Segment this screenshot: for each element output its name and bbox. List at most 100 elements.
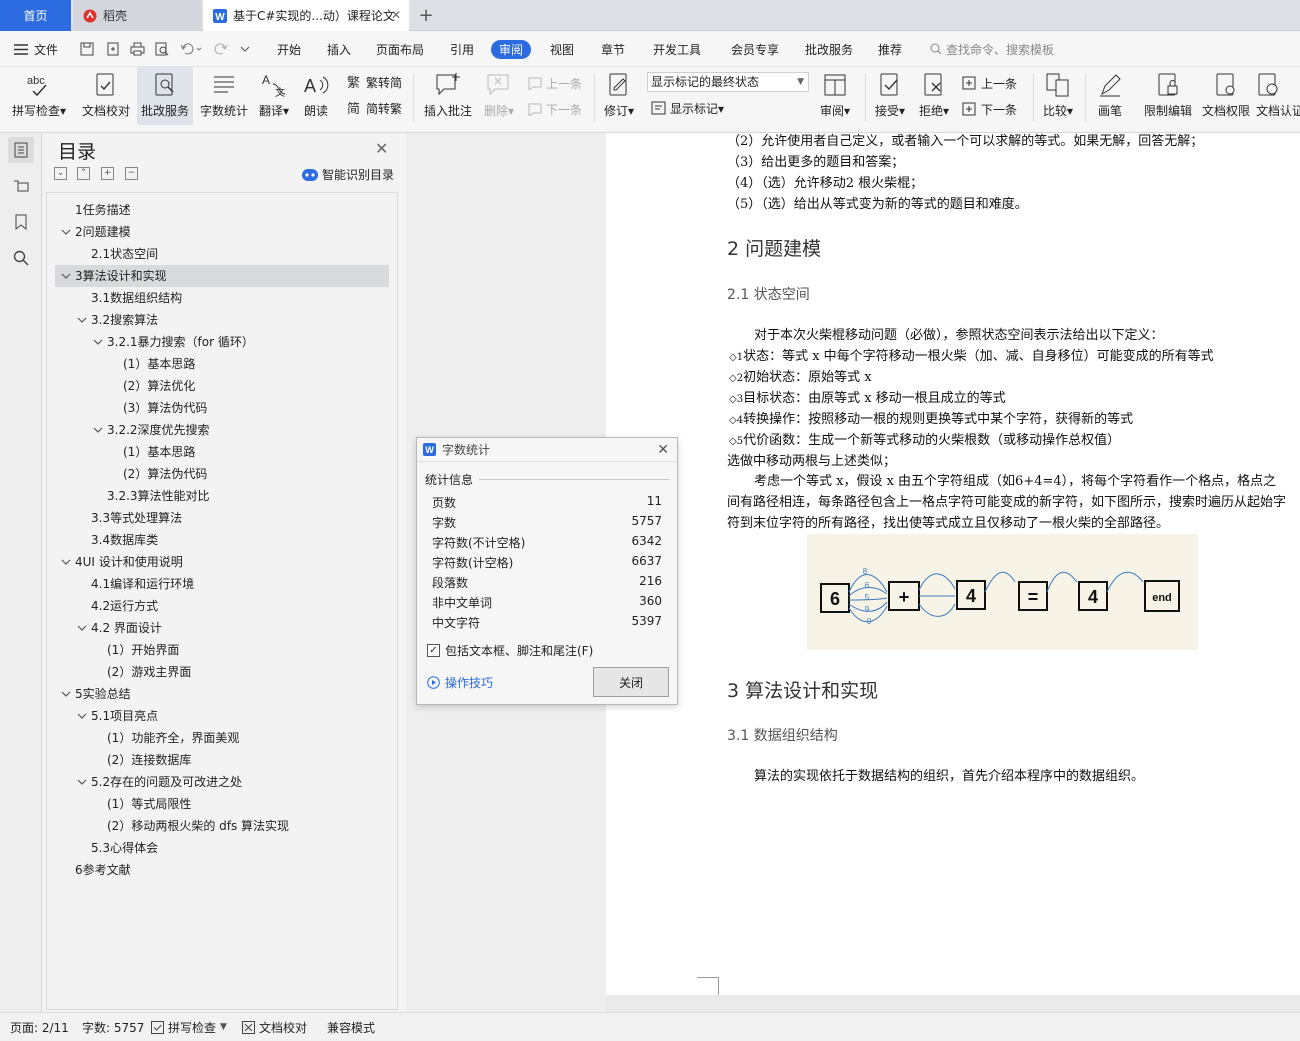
chevron-down-icon[interactable] xyxy=(61,265,71,287)
chevron-down-icon[interactable] xyxy=(77,771,87,793)
doc-check-button[interactable]: 文档校对 xyxy=(78,67,134,125)
prev-comment-button[interactable]: 上一条 xyxy=(527,73,582,93)
pen-button[interactable]: 画笔 xyxy=(1092,67,1128,125)
page-indicator[interactable]: 页面: 2/11 xyxy=(10,1013,69,1041)
translate-button[interactable]: A文 翻译▾ xyxy=(254,67,294,125)
toc-item[interactable]: 3.3等式处理算法 xyxy=(47,507,397,529)
tips-link[interactable]: 操作技巧 xyxy=(427,674,493,691)
toc-item[interactable]: 3.4数据库类 xyxy=(47,529,397,551)
new-tab-button[interactable]: + xyxy=(414,0,438,31)
redo-icon[interactable] xyxy=(214,31,228,67)
menu-chapter[interactable]: 章节 xyxy=(601,31,625,67)
toc-item[interactable]: 5实验总结 xyxy=(47,683,397,705)
undo-icon[interactable] xyxy=(180,31,202,67)
tab-home[interactable]: 首页 xyxy=(0,0,71,31)
save-icon[interactable] xyxy=(80,31,94,67)
menu-developer-tools[interactable]: 开发工具 xyxy=(653,31,701,67)
toc-item[interactable]: (1）基本思路 xyxy=(47,441,397,463)
to-simplified-button[interactable]: 简 简转繁 xyxy=(347,98,402,118)
toc-item[interactable]: (2）算法优化 xyxy=(47,375,397,397)
review-service-button[interactable]: 批改服务 xyxy=(137,67,193,125)
toc-item[interactable]: 5.1项目亮点 xyxy=(47,705,397,727)
dialog-title-bar[interactable]: W 字数统计 xyxy=(417,438,677,462)
review-pane-button[interactable]: 审阅▾ xyxy=(815,67,855,125)
close-button[interactable]: 关闭 xyxy=(593,667,669,697)
accept-button[interactable]: 接受▾ xyxy=(870,67,910,125)
menu-start[interactable]: 开始 xyxy=(277,31,301,67)
next-comment-button[interactable]: 下一条 xyxy=(527,99,582,119)
tab-daoke[interactable]: 稻壳 xyxy=(73,0,201,31)
prev-change-button[interactable]: 上一条 xyxy=(962,73,1017,93)
chevron-down-icon[interactable] xyxy=(61,683,71,705)
toc-item[interactable]: 4.2运行方式 xyxy=(47,595,397,617)
toc-panel-icon[interactable] xyxy=(8,137,34,163)
chevron-down-icon[interactable] xyxy=(93,419,103,441)
toc-item[interactable]: 2.1状态空间 xyxy=(47,243,397,265)
toc-item[interactable]: 5.2存在的问题及可改进之处 xyxy=(47,771,397,793)
toc-item[interactable]: 3.2.2深度优先搜索 xyxy=(47,419,397,441)
command-search[interactable]: 查找命令、搜索模板 xyxy=(930,31,1054,67)
doc-check-status[interactable]: 文档校对 xyxy=(242,1013,307,1041)
track-changes-button[interactable]: 修订▾ xyxy=(600,67,638,125)
toc-item[interactable]: 3.2.3算法性能对比 xyxy=(47,485,397,507)
word-count-button[interactable]: 字数统计 xyxy=(196,67,252,125)
delete-comment-button[interactable]: 删除▾ xyxy=(479,67,519,125)
add-heading-icon[interactable]: + xyxy=(101,167,114,180)
search-icon[interactable] xyxy=(8,245,34,271)
reject-button[interactable]: 拒绝▾ xyxy=(914,67,954,125)
export-pdf-icon[interactable] xyxy=(106,31,120,67)
toc-item[interactable]: 4UI 设计和使用说明 xyxy=(47,551,397,573)
expand-up-icon[interactable]: ⌃ xyxy=(77,167,90,180)
menu-member[interactable]: 会员专享 xyxy=(731,31,779,67)
toc-item[interactable]: 4.2 界面设计 xyxy=(47,617,397,639)
spell-check-button[interactable]: abc 拼写检查▾ xyxy=(8,67,70,125)
toc-item[interactable]: (2）算法伪代码 xyxy=(47,463,397,485)
toc-item[interactable]: (2）连接数据库 xyxy=(47,749,397,771)
toc-item[interactable]: (1）等式局限性 xyxy=(47,793,397,815)
chevron-down-icon[interactable] xyxy=(61,221,71,243)
remove-heading-icon[interactable]: − xyxy=(125,167,138,180)
chevron-down-icon[interactable] xyxy=(77,309,87,331)
menu-references[interactable]: 引用 xyxy=(450,31,474,67)
toc-item[interactable]: (1）基本思路 xyxy=(47,353,397,375)
doc-permission-button[interactable]: 文档权限 xyxy=(1198,67,1254,125)
to-traditional-button[interactable]: 繁 繁转简 xyxy=(347,72,402,92)
doc-cert-button[interactable]: 文档认证 xyxy=(1256,67,1300,125)
menu-view[interactable]: 视图 xyxy=(550,31,574,67)
close-icon[interactable]: ✕ xyxy=(657,442,669,458)
toc-item[interactable]: 6参考文献 xyxy=(47,859,397,881)
quick-access-more-icon[interactable] xyxy=(240,31,250,67)
chevron-down-icon[interactable] xyxy=(77,617,87,639)
print-icon[interactable] xyxy=(130,31,145,67)
close-icon[interactable]: ✕ xyxy=(375,139,388,158)
toc-item[interactable]: (2）移动两根火柴的 dfs 算法实现 xyxy=(47,815,397,837)
toc-item[interactable]: (1）功能齐全，界面美观 xyxy=(47,727,397,749)
menu-insert[interactable]: 插入 xyxy=(327,31,351,67)
collapse-all-icon[interactable]: ⌄ xyxy=(54,167,67,180)
toc-item[interactable]: 3.1数据组织结构 xyxy=(47,287,397,309)
toc-item[interactable]: (2）游戏主界面 xyxy=(47,661,397,683)
menu-page-layout[interactable]: 页面布局 xyxy=(376,31,424,67)
toc-item[interactable]: 1任务描述 xyxy=(47,199,397,221)
toc-item[interactable]: 2问题建模 xyxy=(47,221,397,243)
toc-item[interactable]: 3.2.1暴力搜索（for 循环） xyxy=(47,331,397,353)
next-change-button[interactable]: 下一条 xyxy=(962,99,1017,119)
bookmark-icon[interactable] xyxy=(8,209,34,235)
chevron-down-icon[interactable] xyxy=(93,331,103,353)
file-menu[interactable]: 文件 xyxy=(14,31,58,67)
menu-recommend[interactable]: 推荐 xyxy=(878,31,902,67)
toc-item[interactable]: (1）开始界面 xyxy=(47,639,397,661)
smart-toc-button[interactable]: 智能识别目录 xyxy=(302,166,394,183)
close-tab-icon[interactable]: ✕ xyxy=(389,8,403,22)
print-preview-icon[interactable] xyxy=(155,31,169,67)
toc-item[interactable]: 5.3心得体会 xyxy=(47,837,397,859)
menu-review[interactable]: 审阅 xyxy=(491,40,532,59)
toc-item[interactable]: 3.2搜索算法 xyxy=(47,309,397,331)
toc-item[interactable]: (3）算法伪代码 xyxy=(47,397,397,419)
word-count-indicator[interactable]: 字数: 5757 xyxy=(82,1013,144,1041)
markup-mode-select[interactable]: 显示标记的最终状态 ▼ xyxy=(647,72,809,92)
insert-comment-button[interactable]: 插入批注 xyxy=(420,67,476,125)
read-aloud-button[interactable]: A 朗读 xyxy=(298,67,334,125)
chevron-down-icon[interactable] xyxy=(61,551,71,573)
compare-button[interactable]: 比较▾ xyxy=(1038,67,1078,125)
